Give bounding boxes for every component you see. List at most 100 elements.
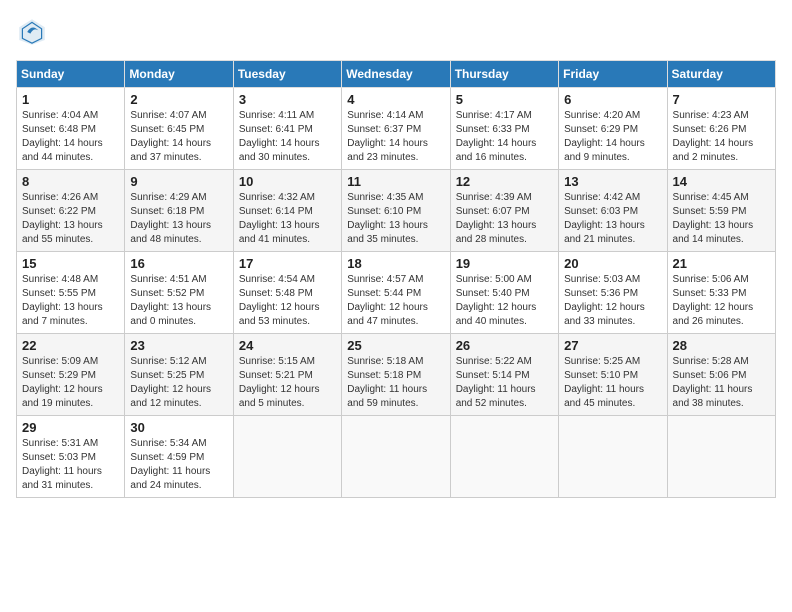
day-info: Sunrise: 5:15 AMSunset: 5:21 PMDaylight:… bbox=[239, 355, 336, 411]
day-number: 23 bbox=[130, 338, 227, 353]
calendar-row: 8 Sunrise: 4:26 AMSunset: 6:22 PMDayligh… bbox=[17, 170, 776, 252]
table-cell: 8 Sunrise: 4:26 AMSunset: 6:22 PMDayligh… bbox=[17, 170, 125, 252]
day-info: Sunrise: 5:06 AMSunset: 5:33 PMDaylight:… bbox=[673, 273, 770, 329]
table-cell: 9 Sunrise: 4:29 AMSunset: 6:18 PMDayligh… bbox=[125, 170, 233, 252]
day-info: Sunrise: 4:48 AMSunset: 5:55 PMDaylight:… bbox=[22, 273, 119, 329]
table-cell: 14 Sunrise: 4:45 AMSunset: 5:59 PMDaylig… bbox=[667, 170, 775, 252]
day-number: 12 bbox=[456, 174, 553, 189]
table-cell: 7 Sunrise: 4:23 AMSunset: 6:26 PMDayligh… bbox=[667, 88, 775, 170]
table-cell: 15 Sunrise: 4:48 AMSunset: 5:55 PMDaylig… bbox=[17, 252, 125, 334]
table-cell: 30 Sunrise: 5:34 AMSunset: 4:59 PMDaylig… bbox=[125, 416, 233, 498]
day-info: Sunrise: 4:07 AMSunset: 6:45 PMDaylight:… bbox=[130, 109, 227, 165]
day-number: 17 bbox=[239, 256, 336, 271]
day-number: 26 bbox=[456, 338, 553, 353]
calendar-table: Sunday Monday Tuesday Wednesday Thursday… bbox=[16, 60, 776, 498]
day-number: 7 bbox=[673, 92, 770, 107]
table-cell: 27 Sunrise: 5:25 AMSunset: 5:10 PMDaylig… bbox=[559, 334, 667, 416]
table-cell: 3 Sunrise: 4:11 AMSunset: 6:41 PMDayligh… bbox=[233, 88, 341, 170]
calendar-row: 15 Sunrise: 4:48 AMSunset: 5:55 PMDaylig… bbox=[17, 252, 776, 334]
day-info: Sunrise: 4:35 AMSunset: 6:10 PMDaylight:… bbox=[347, 191, 444, 247]
table-cell: 24 Sunrise: 5:15 AMSunset: 5:21 PMDaylig… bbox=[233, 334, 341, 416]
day-number: 16 bbox=[130, 256, 227, 271]
day-number: 19 bbox=[456, 256, 553, 271]
day-number: 11 bbox=[347, 174, 444, 189]
day-info: Sunrise: 4:26 AMSunset: 6:22 PMDaylight:… bbox=[22, 191, 119, 247]
table-cell: 20 Sunrise: 5:03 AMSunset: 5:36 PMDaylig… bbox=[559, 252, 667, 334]
day-number: 5 bbox=[456, 92, 553, 107]
table-cell bbox=[342, 416, 450, 498]
table-cell: 29 Sunrise: 5:31 AMSunset: 5:03 PMDaylig… bbox=[17, 416, 125, 498]
day-info: Sunrise: 5:31 AMSunset: 5:03 PMDaylight:… bbox=[22, 437, 119, 493]
day-info: Sunrise: 4:14 AMSunset: 6:37 PMDaylight:… bbox=[347, 109, 444, 165]
col-monday: Monday bbox=[125, 61, 233, 88]
table-cell: 25 Sunrise: 5:18 AMSunset: 5:18 PMDaylig… bbox=[342, 334, 450, 416]
day-info: Sunrise: 4:32 AMSunset: 6:14 PMDaylight:… bbox=[239, 191, 336, 247]
day-number: 1 bbox=[22, 92, 119, 107]
table-cell: 5 Sunrise: 4:17 AMSunset: 6:33 PMDayligh… bbox=[450, 88, 558, 170]
day-number: 8 bbox=[22, 174, 119, 189]
day-info: Sunrise: 5:12 AMSunset: 5:25 PMDaylight:… bbox=[130, 355, 227, 411]
day-number: 18 bbox=[347, 256, 444, 271]
day-info: Sunrise: 5:25 AMSunset: 5:10 PMDaylight:… bbox=[564, 355, 661, 411]
table-cell: 13 Sunrise: 4:42 AMSunset: 6:03 PMDaylig… bbox=[559, 170, 667, 252]
day-info: Sunrise: 4:42 AMSunset: 6:03 PMDaylight:… bbox=[564, 191, 661, 247]
day-info: Sunrise: 5:28 AMSunset: 5:06 PMDaylight:… bbox=[673, 355, 770, 411]
day-info: Sunrise: 4:17 AMSunset: 6:33 PMDaylight:… bbox=[456, 109, 553, 165]
table-cell: 19 Sunrise: 5:00 AMSunset: 5:40 PMDaylig… bbox=[450, 252, 558, 334]
day-info: Sunrise: 4:45 AMSunset: 5:59 PMDaylight:… bbox=[673, 191, 770, 247]
table-cell: 6 Sunrise: 4:20 AMSunset: 6:29 PMDayligh… bbox=[559, 88, 667, 170]
table-cell: 12 Sunrise: 4:39 AMSunset: 6:07 PMDaylig… bbox=[450, 170, 558, 252]
table-cell: 1 Sunrise: 4:04 AMSunset: 6:48 PMDayligh… bbox=[17, 88, 125, 170]
day-info: Sunrise: 5:03 AMSunset: 5:36 PMDaylight:… bbox=[564, 273, 661, 329]
table-cell bbox=[450, 416, 558, 498]
col-wednesday: Wednesday bbox=[342, 61, 450, 88]
day-info: Sunrise: 5:34 AMSunset: 4:59 PMDaylight:… bbox=[130, 437, 227, 493]
day-info: Sunrise: 5:22 AMSunset: 5:14 PMDaylight:… bbox=[456, 355, 553, 411]
table-cell: 18 Sunrise: 4:57 AMSunset: 5:44 PMDaylig… bbox=[342, 252, 450, 334]
day-number: 15 bbox=[22, 256, 119, 271]
day-info: Sunrise: 4:11 AMSunset: 6:41 PMDaylight:… bbox=[239, 109, 336, 165]
day-info: Sunrise: 4:54 AMSunset: 5:48 PMDaylight:… bbox=[239, 273, 336, 329]
day-number: 28 bbox=[673, 338, 770, 353]
table-cell: 2 Sunrise: 4:07 AMSunset: 6:45 PMDayligh… bbox=[125, 88, 233, 170]
table-cell: 4 Sunrise: 4:14 AMSunset: 6:37 PMDayligh… bbox=[342, 88, 450, 170]
page-header bbox=[16, 16, 776, 48]
day-number: 20 bbox=[564, 256, 661, 271]
day-info: Sunrise: 4:04 AMSunset: 6:48 PMDaylight:… bbox=[22, 109, 119, 165]
table-cell: 10 Sunrise: 4:32 AMSunset: 6:14 PMDaylig… bbox=[233, 170, 341, 252]
table-cell: 26 Sunrise: 5:22 AMSunset: 5:14 PMDaylig… bbox=[450, 334, 558, 416]
col-sunday: Sunday bbox=[17, 61, 125, 88]
day-number: 6 bbox=[564, 92, 661, 107]
col-saturday: Saturday bbox=[667, 61, 775, 88]
table-cell: 22 Sunrise: 5:09 AMSunset: 5:29 PMDaylig… bbox=[17, 334, 125, 416]
day-info: Sunrise: 4:29 AMSunset: 6:18 PMDaylight:… bbox=[130, 191, 227, 247]
day-number: 3 bbox=[239, 92, 336, 107]
day-info: Sunrise: 5:00 AMSunset: 5:40 PMDaylight:… bbox=[456, 273, 553, 329]
day-number: 2 bbox=[130, 92, 227, 107]
day-number: 13 bbox=[564, 174, 661, 189]
logo bbox=[16, 16, 52, 48]
col-friday: Friday bbox=[559, 61, 667, 88]
day-info: Sunrise: 5:18 AMSunset: 5:18 PMDaylight:… bbox=[347, 355, 444, 411]
table-cell bbox=[559, 416, 667, 498]
table-cell: 17 Sunrise: 4:54 AMSunset: 5:48 PMDaylig… bbox=[233, 252, 341, 334]
day-number: 4 bbox=[347, 92, 444, 107]
day-number: 25 bbox=[347, 338, 444, 353]
calendar-row: 1 Sunrise: 4:04 AMSunset: 6:48 PMDayligh… bbox=[17, 88, 776, 170]
day-info: Sunrise: 4:57 AMSunset: 5:44 PMDaylight:… bbox=[347, 273, 444, 329]
calendar-header-row: Sunday Monday Tuesday Wednesday Thursday… bbox=[17, 61, 776, 88]
logo-icon bbox=[16, 16, 48, 48]
day-number: 30 bbox=[130, 420, 227, 435]
day-number: 9 bbox=[130, 174, 227, 189]
calendar-row: 29 Sunrise: 5:31 AMSunset: 5:03 PMDaylig… bbox=[17, 416, 776, 498]
calendar-row: 22 Sunrise: 5:09 AMSunset: 5:29 PMDaylig… bbox=[17, 334, 776, 416]
table-cell: 28 Sunrise: 5:28 AMSunset: 5:06 PMDaylig… bbox=[667, 334, 775, 416]
day-number: 10 bbox=[239, 174, 336, 189]
day-number: 14 bbox=[673, 174, 770, 189]
day-info: Sunrise: 5:09 AMSunset: 5:29 PMDaylight:… bbox=[22, 355, 119, 411]
day-number: 29 bbox=[22, 420, 119, 435]
day-info: Sunrise: 4:39 AMSunset: 6:07 PMDaylight:… bbox=[456, 191, 553, 247]
day-number: 27 bbox=[564, 338, 661, 353]
table-cell: 11 Sunrise: 4:35 AMSunset: 6:10 PMDaylig… bbox=[342, 170, 450, 252]
day-info: Sunrise: 4:23 AMSunset: 6:26 PMDaylight:… bbox=[673, 109, 770, 165]
